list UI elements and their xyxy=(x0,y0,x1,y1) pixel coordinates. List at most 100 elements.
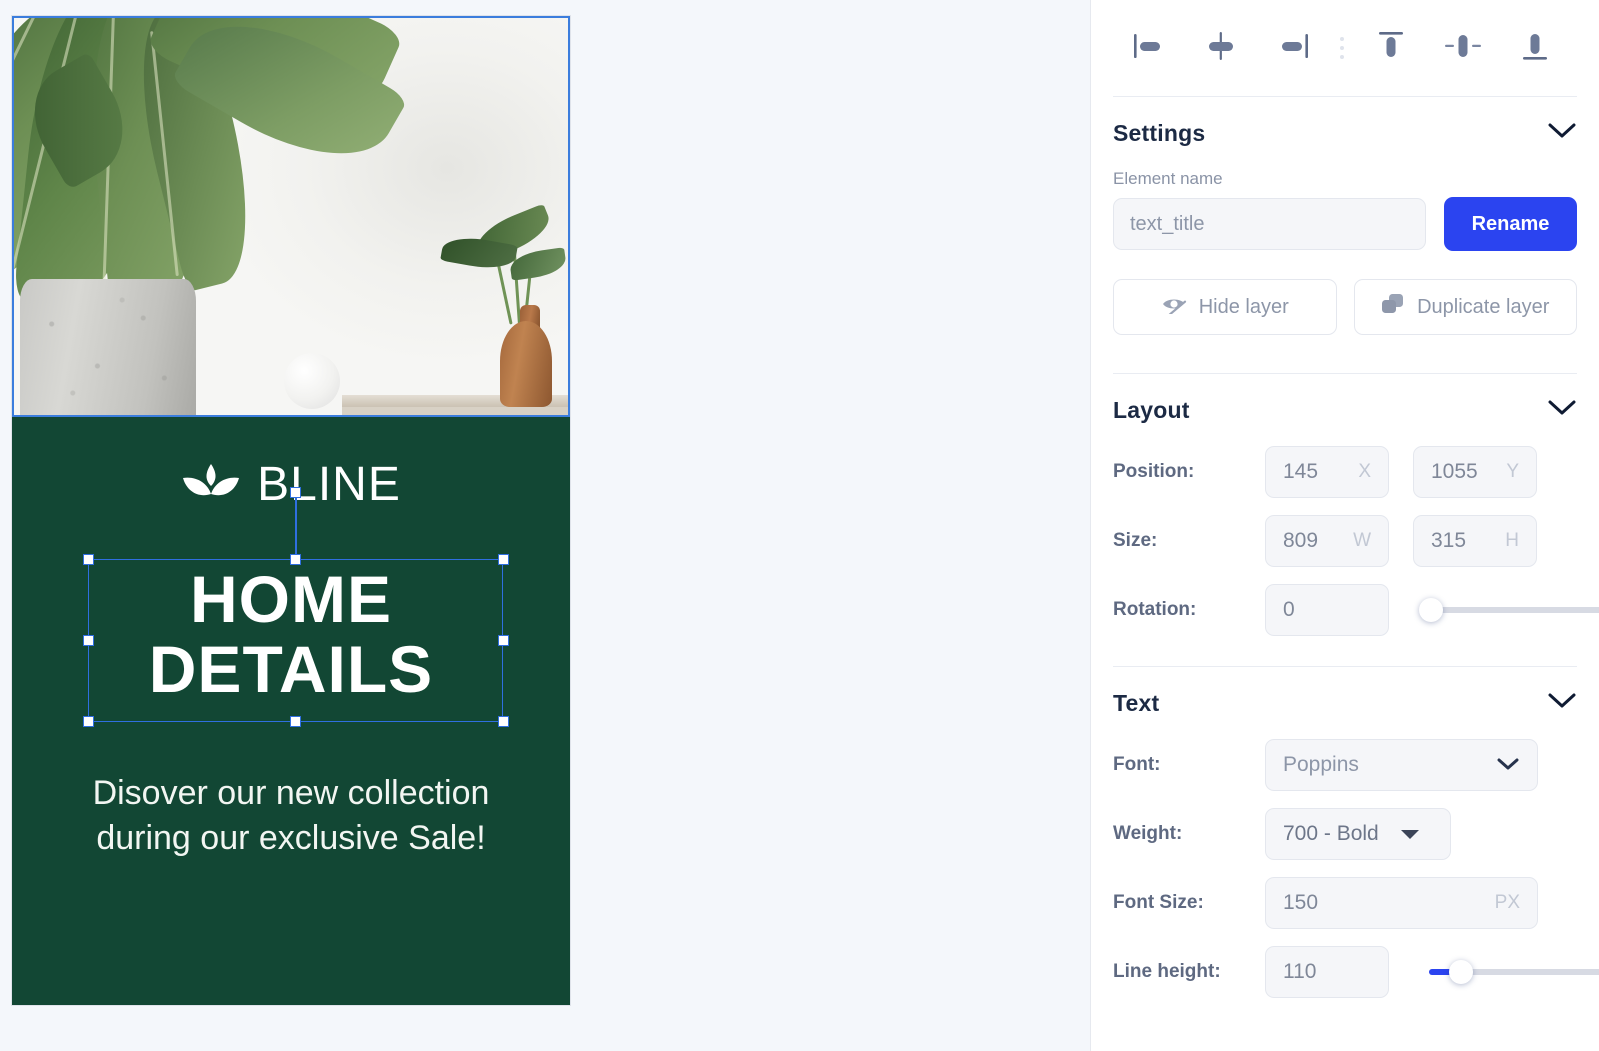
line-height-slider-thumb[interactable] xyxy=(1449,960,1473,984)
position-y-value: 1055 xyxy=(1431,460,1478,483)
position-y-input[interactable]: 1055 Y xyxy=(1413,446,1537,498)
brand-lockup: BLINE xyxy=(12,461,570,509)
size-width-value: 809 xyxy=(1283,529,1319,552)
rotation-row: Rotation: 0 xyxy=(1113,584,1599,636)
layer-actions-row: Hide layer Duplicate layer xyxy=(1113,279,1577,335)
align-left-button[interactable] xyxy=(1113,18,1185,78)
image-layer-plant-photo[interactable] xyxy=(12,16,570,417)
chevron-down-icon[interactable] xyxy=(1547,692,1577,715)
artboard[interactable]: BLINE HOME DETAILS Disover our new colle… xyxy=(12,16,570,1005)
position-label: Position: xyxy=(1113,461,1195,482)
duplicate-layer-button[interactable]: Duplicate layer xyxy=(1353,279,1577,335)
align-middle-vertical-button[interactable] xyxy=(1427,18,1499,78)
align-right-button[interactable] xyxy=(1257,18,1329,78)
hide-layer-button[interactable]: Hide layer xyxy=(1113,279,1337,335)
poster-tagline[interactable]: Disover our new collection during our ex… xyxy=(12,771,570,861)
align-left-icon xyxy=(1132,31,1166,66)
line-height-row: Line height: 110 xyxy=(1113,946,1599,998)
rotation-handle[interactable] xyxy=(290,487,301,498)
tagline-line-2: during our exclusive Sale! xyxy=(96,819,486,858)
font-size-label: Font Size: xyxy=(1113,892,1204,913)
font-size-row: Font Size: 150 PX xyxy=(1113,877,1577,929)
size-label: Size: xyxy=(1113,530,1158,551)
text-section: Text Font: Poppins Weight: 700 - Bold Fo… xyxy=(1091,667,1599,998)
caret-down-icon xyxy=(1400,829,1419,839)
rotation-slider-track xyxy=(1429,607,1599,613)
rotation-slider[interactable] xyxy=(1405,584,1599,636)
font-row: Font: Poppins xyxy=(1113,739,1577,791)
text-header[interactable]: Text xyxy=(1113,667,1577,739)
lotus-leaf-logo-icon xyxy=(181,462,241,508)
headline-line-2: DETAILS xyxy=(148,631,434,706)
line-height-input[interactable]: 110 xyxy=(1265,946,1389,998)
weight-value: 700 - Bold xyxy=(1283,822,1379,845)
font-value: Poppins xyxy=(1283,753,1359,776)
font-select[interactable]: Poppins xyxy=(1265,739,1538,791)
resize-handle-bottom-center[interactable] xyxy=(290,716,301,727)
resize-handle-top-center[interactable] xyxy=(290,554,301,565)
rotation-slider-thumb[interactable] xyxy=(1419,598,1443,622)
line-height-value: 110 xyxy=(1283,960,1317,983)
chevron-down-icon[interactable] xyxy=(1547,122,1577,145)
design-editor-app: BLINE HOME DETAILS Disover our new colle… xyxy=(0,0,1599,1051)
align-right-icon xyxy=(1276,31,1310,66)
resize-handle-top-right[interactable] xyxy=(498,554,509,565)
eye-off-icon xyxy=(1161,294,1188,320)
resize-handle-top-left[interactable] xyxy=(83,554,94,565)
weight-row: Weight: 700 - Bold xyxy=(1113,808,1577,860)
size-width-unit: W xyxy=(1353,530,1371,551)
font-size-input[interactable]: 150 PX xyxy=(1265,877,1538,929)
resize-handle-middle-right[interactable] xyxy=(498,635,509,646)
toolbar-separator[interactable] xyxy=(1329,37,1355,59)
size-height-input[interactable]: 315 H xyxy=(1413,515,1537,567)
line-height-label: Line height: xyxy=(1113,961,1221,982)
properties-panel: Settings Element name text_title Rename xyxy=(1090,0,1599,1051)
font-label: Font: xyxy=(1113,754,1161,775)
align-center-horizontal-icon xyxy=(1204,31,1238,66)
resize-handle-bottom-left[interactable] xyxy=(83,716,94,727)
position-y-unit: Y xyxy=(1506,461,1519,482)
layout-section: Layout Position: 145 X 1055 Y Size: 809 … xyxy=(1091,374,1599,636)
settings-header[interactable]: Settings xyxy=(1113,97,1577,169)
rotation-value: 0 xyxy=(1283,598,1295,621)
layout-title: Layout xyxy=(1113,396,1190,423)
size-height-value: 315 xyxy=(1431,529,1467,552)
headline-line-1: HOME xyxy=(190,562,392,636)
element-name-row: text_title Rename xyxy=(1113,197,1577,251)
size-width-input[interactable]: 809 W xyxy=(1265,515,1389,567)
resize-handle-middle-left[interactable] xyxy=(83,635,94,646)
photo-copper-vase xyxy=(500,321,552,407)
poster-headline[interactable]: HOME DETAILS xyxy=(12,562,570,706)
align-bottom-icon xyxy=(1518,30,1552,67)
font-size-unit: PX xyxy=(1494,892,1520,913)
more-options-dots-icon xyxy=(1340,37,1344,59)
align-top-button[interactable] xyxy=(1355,18,1427,78)
settings-title: Settings xyxy=(1113,119,1206,146)
rename-button[interactable]: Rename xyxy=(1444,197,1577,251)
layout-header[interactable]: Layout xyxy=(1113,374,1577,446)
copy-icon xyxy=(1381,293,1405,321)
rotation-input[interactable]: 0 xyxy=(1265,584,1389,636)
align-bottom-button[interactable] xyxy=(1499,18,1571,78)
photo-white-sphere xyxy=(284,353,340,409)
align-center-horizontal-button[interactable] xyxy=(1185,18,1257,78)
settings-section: Settings Element name text_title Rename xyxy=(1091,97,1599,335)
photo-concrete-pot xyxy=(20,279,196,417)
poster-green-section[interactable]: BLINE HOME DETAILS Disover our new colle… xyxy=(12,417,570,1005)
position-x-input[interactable]: 145 X xyxy=(1265,446,1389,498)
size-row: Size: 809 W 315 H xyxy=(1113,515,1577,567)
element-name-label: Element name xyxy=(1113,169,1223,188)
line-height-slider[interactable] xyxy=(1405,946,1599,998)
photo-shelf-front xyxy=(342,407,570,417)
align-middle-vertical-icon xyxy=(1444,30,1482,67)
rotation-label: Rotation: xyxy=(1113,599,1197,620)
position-x-value: 145 xyxy=(1283,460,1319,483)
weight-select[interactable]: 700 - Bold xyxy=(1265,808,1451,860)
rotation-handle-line xyxy=(295,498,297,560)
element-name-input[interactable]: text_title xyxy=(1113,198,1426,250)
position-x-unit: X xyxy=(1358,461,1371,482)
resize-handle-bottom-right[interactable] xyxy=(498,716,509,727)
chevron-down-icon xyxy=(1496,753,1520,777)
canvas-pane[interactable]: BLINE HOME DETAILS Disover our new colle… xyxy=(0,0,1090,1051)
chevron-down-icon[interactable] xyxy=(1547,399,1577,422)
